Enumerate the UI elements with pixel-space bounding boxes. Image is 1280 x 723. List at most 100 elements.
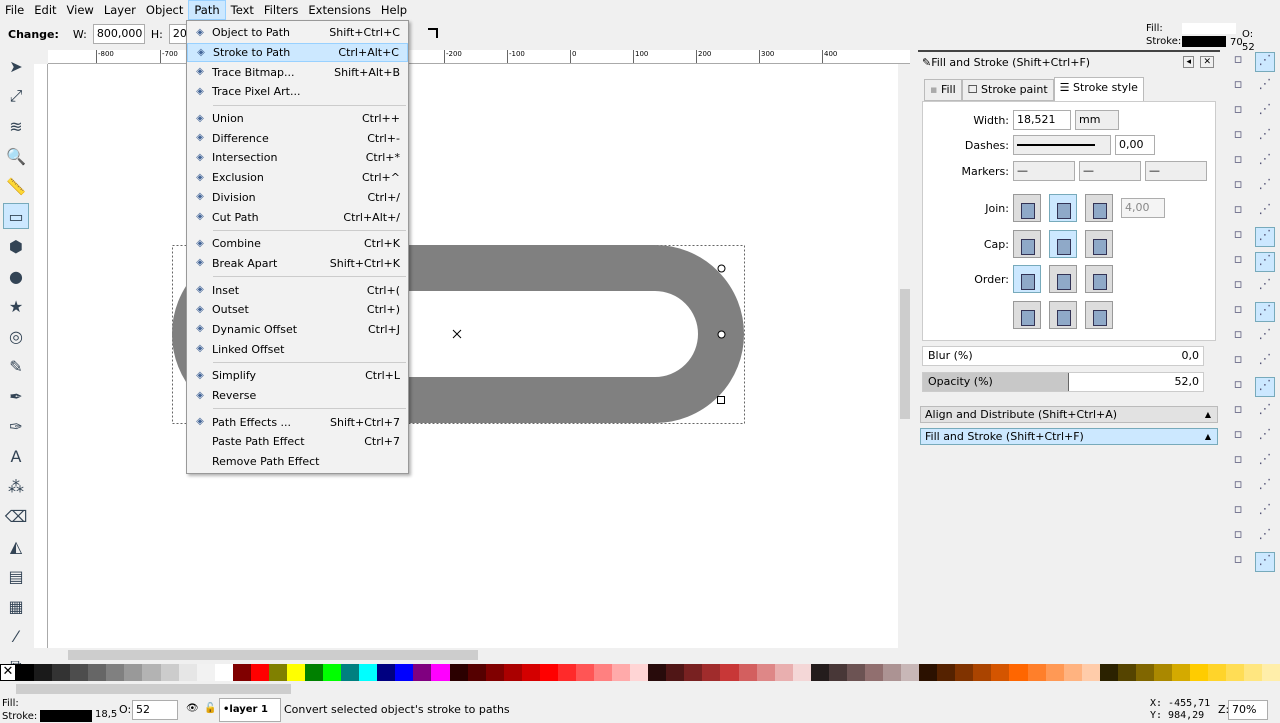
- palette-swatch[interactable]: [630, 664, 649, 681]
- palette-swatch[interactable]: [864, 664, 883, 681]
- clone-icon[interactable]: ▫: [1228, 427, 1248, 447]
- menu-help[interactable]: Help: [376, 0, 412, 20]
- menu-item-outset[interactable]: ◈ Outset Ctrl+): [187, 300, 408, 320]
- palette-swatch[interactable]: [1045, 664, 1064, 681]
- palette-swatch[interactable]: [521, 664, 540, 681]
- palette-swatch[interactable]: [1208, 664, 1227, 681]
- snap-toggle-icon[interactable]: ⋰: [1255, 77, 1275, 97]
- scale-handle[interactable]: [717, 396, 725, 404]
- snap-toggle-icon[interactable]: ⋰: [1255, 527, 1275, 547]
- paste-icon[interactable]: ▫: [1228, 302, 1248, 322]
- group-icon[interactable]: ▫: [1228, 477, 1248, 497]
- order-fill-markers-stroke-button[interactable]: [1085, 265, 1113, 293]
- palette-swatch[interactable]: [268, 664, 287, 681]
- palette-swatch[interactable]: [413, 664, 432, 681]
- snap-toggle-icon[interactable]: ⋰: [1255, 52, 1275, 72]
- palette-swatch[interactable]: [846, 664, 865, 681]
- save-icon[interactable]: ▫: [1228, 102, 1248, 122]
- stroke-swatch[interactable]: [1182, 36, 1226, 47]
- palette-swatch[interactable]: [756, 664, 775, 681]
- horizontal-scrollbar[interactable]: [48, 648, 912, 662]
- spray-tool-icon[interactable]: ⁂: [3, 473, 29, 499]
- palette-swatch[interactable]: [196, 664, 215, 681]
- palette-swatch[interactable]: [1190, 664, 1209, 681]
- xml-editor-icon[interactable]: ▫: [1228, 552, 1248, 572]
- visibility-icon[interactable]: 👁: [186, 703, 199, 714]
- palette-swatch[interactable]: [919, 664, 938, 681]
- snap-toggle-icon[interactable]: ⋰: [1255, 477, 1275, 497]
- zoom-selection-icon[interactable]: ▫: [1228, 327, 1248, 347]
- palette-swatch[interactable]: [377, 664, 396, 681]
- fill-stroke-icon[interactable]: ▫: [1228, 527, 1248, 547]
- mesh-tool-icon[interactable]: ▦: [3, 593, 29, 619]
- menu-item-intersection[interactable]: ◈ Intersection Ctrl+*: [187, 148, 408, 168]
- snap-toggle-icon[interactable]: ⋰: [1255, 502, 1275, 522]
- spiral-tool-icon[interactable]: ◎: [3, 323, 29, 349]
- snap-toggle-icon[interactable]: ⋰: [1255, 127, 1275, 147]
- zoom-drawing-icon[interactable]: ▫: [1228, 352, 1248, 372]
- palette-swatch[interactable]: [395, 664, 414, 681]
- snap-toggle-icon[interactable]: ⋰: [1255, 327, 1275, 347]
- menu-item-cut-path[interactable]: ◈ Cut Path Ctrl+Alt+/: [187, 207, 408, 227]
- menu-item-reverse[interactable]: ◈ Reverse: [187, 386, 408, 406]
- order-markers-stroke-fill-button[interactable]: [1085, 301, 1113, 329]
- palette-swatch[interactable]: [955, 664, 974, 681]
- palette-swatch[interactable]: [178, 664, 197, 681]
- palette-swatch[interactable]: [70, 664, 89, 681]
- palette-swatch[interactable]: [973, 664, 992, 681]
- palette-swatch[interactable]: [142, 664, 161, 681]
- snap-toggle-icon[interactable]: ⋰: [1255, 552, 1275, 572]
- stroke-width-input[interactable]: 18,521: [1013, 110, 1071, 130]
- menu-item-paste-path-effect[interactable]: Paste Path Effect Ctrl+7: [187, 432, 408, 452]
- palette-swatch[interactable]: [648, 664, 667, 681]
- menu-item-trace-pixel-art[interactable]: ◈ Trace Pixel Art...: [187, 82, 408, 102]
- lock-icon[interactable]: 🔓: [204, 703, 216, 714]
- tab-fill[interactable]: ▪ Fill: [924, 79, 962, 101]
- ungroup-icon[interactable]: ▫: [1228, 502, 1248, 522]
- menu-path[interactable]: Path: [188, 0, 226, 20]
- copy-icon[interactable]: ▫: [1228, 252, 1248, 272]
- 3d-box-tool-icon[interactable]: ⬢: [3, 233, 29, 259]
- duplicate-icon[interactable]: ▫: [1228, 402, 1248, 422]
- palette-swatch[interactable]: [1153, 664, 1172, 681]
- palette-swatch[interactable]: [503, 664, 522, 681]
- menu-item-exclusion[interactable]: ◈ Exclusion Ctrl+^: [187, 168, 408, 188]
- opacity-spinbox[interactable]: 52: [132, 700, 178, 720]
- palette-scrollbar[interactable]: [0, 682, 1280, 696]
- snap-toggle-icon[interactable]: ⋰: [1255, 102, 1275, 122]
- menu-file[interactable]: File: [0, 0, 29, 20]
- order-stroke-markers-fill-button[interactable]: [1049, 301, 1077, 329]
- order-fill-stroke-markers-button[interactable]: [1013, 265, 1041, 293]
- fill-stroke-dock-tab[interactable]: Fill and Stroke (Shift+Ctrl+F) ▲: [920, 428, 1218, 445]
- bucket-tool-icon[interactable]: ◭: [3, 533, 29, 559]
- vertical-scrollbar[interactable]: [898, 64, 912, 648]
- palette-swatch[interactable]: [160, 664, 179, 681]
- width-input[interactable]: 800,000: [92, 24, 145, 44]
- menu-item-trace-bitmap[interactable]: ◈ Trace Bitmap... Shift+Alt+B: [187, 62, 408, 82]
- palette-swatch[interactable]: [901, 664, 920, 681]
- palette-swatch[interactable]: [106, 664, 125, 681]
- palette-swatch[interactable]: [557, 664, 576, 681]
- palette-swatch[interactable]: [539, 664, 558, 681]
- ellipse-tool-icon[interactable]: ●: [3, 263, 29, 289]
- palette-swatch[interactable]: [702, 664, 721, 681]
- dropper-tool-icon[interactable]: ⁄: [3, 623, 29, 649]
- round-cap-button[interactable]: [1049, 230, 1077, 258]
- palette-swatch[interactable]: [34, 664, 53, 681]
- tab-stroke-paint[interactable]: ☐ Stroke paint: [961, 79, 1054, 101]
- menu-item-break-apart[interactable]: ◈ Break Apart Shift+Ctrl+K: [187, 254, 408, 274]
- text-tool-icon[interactable]: A: [3, 443, 29, 469]
- snap-toggle-icon[interactable]: ⋰: [1255, 227, 1275, 247]
- menu-extensions[interactable]: Extensions: [303, 0, 375, 20]
- palette-swatch[interactable]: [612, 664, 631, 681]
- palette-swatch[interactable]: [88, 664, 107, 681]
- open-icon[interactable]: ▫: [1228, 77, 1248, 97]
- menu-item-union[interactable]: ◈ Union Ctrl++: [187, 109, 408, 129]
- palette-swatch[interactable]: [810, 664, 829, 681]
- menu-object[interactable]: Object: [141, 0, 188, 20]
- eraser-tool-icon[interactable]: ⌫: [3, 503, 29, 529]
- palette-swatch[interactable]: [991, 664, 1010, 681]
- opacity-slider[interactable]: Opacity (%) 52,0: [922, 372, 1204, 392]
- zoom-input[interactable]: 70%: [1228, 700, 1268, 720]
- scale-handle[interactable]: [717, 264, 726, 273]
